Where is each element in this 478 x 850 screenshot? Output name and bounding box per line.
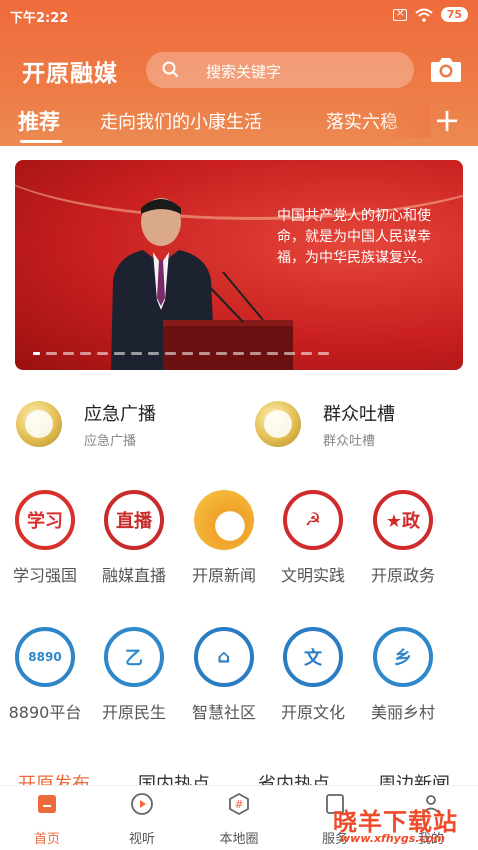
quick-link-title: 应急广播 (84, 403, 156, 425)
banner-dot[interactable] (33, 352, 40, 355)
banner-dot[interactable] (250, 352, 261, 355)
wifi-icon (415, 8, 433, 22)
banner-dot[interactable] (131, 352, 142, 355)
search-placeholder: 搜索关键字 (206, 63, 282, 81)
banner-dot[interactable] (80, 352, 91, 355)
service-label: 智慧社区 (191, 703, 256, 722)
search-input[interactable]: 搜索关键字 (146, 52, 414, 88)
quick-link-complaints[interactable]: 群众吐槽 群众吐槽 (255, 397, 395, 451)
add-channel-icon[interactable]: + (432, 104, 462, 138)
status-time: 下午2:22 (10, 11, 69, 26)
service-label: 开原新闻 (191, 566, 256, 585)
banner-dot[interactable] (267, 352, 278, 355)
service-label: 开原民生 (101, 703, 166, 722)
nav-label: 视听 (128, 832, 155, 847)
service-label: 开原政务 (370, 566, 435, 585)
search-icon (162, 61, 179, 78)
service-item[interactable]: 直播 融媒直播 (89, 490, 179, 586)
service-label: 8890平台 (8, 703, 82, 722)
banner-carousel[interactable]: 中国共产党人的初心和使命，就是为中国人民谋幸福，为中华民族谋复兴。 (15, 160, 463, 370)
tab-recommend[interactable]: 推荐 (18, 106, 60, 136)
tabs-fade (380, 104, 430, 138)
hashtag-icon: # (229, 792, 249, 816)
banner-dot[interactable] (114, 352, 125, 355)
service-item[interactable]: ☭ 文明实践 (268, 490, 358, 586)
banner-dot[interactable] (216, 352, 227, 355)
nav-home[interactable]: 首页 (12, 792, 82, 847)
banner-dot[interactable] (46, 352, 57, 355)
service-item[interactable]: ★政开原政务 (358, 490, 448, 586)
watermark-url: www.xfhygs.com (340, 832, 445, 845)
battery-indicator: 75 (440, 7, 468, 22)
star-gov-icon: ★政 (373, 490, 433, 550)
banner-photo (111, 198, 293, 370)
nav-media[interactable]: 视听 (107, 792, 177, 847)
minsheng-icon: 乙 (104, 627, 164, 687)
hotline-8890-icon: 8890 (15, 627, 75, 687)
nav-label: 首页 (33, 832, 60, 847)
service-item[interactable]: 8890 8890平台 (0, 627, 90, 723)
nav-local[interactable]: # 本地圈 (204, 792, 274, 847)
banner-dot[interactable] (233, 352, 244, 355)
service-item[interactable]: 乙开原民生 (89, 627, 179, 723)
home-icon (38, 795, 56, 813)
quick-link-subtitle: 应急广播 (84, 433, 137, 449)
banner-dot[interactable] (182, 352, 193, 355)
service-item[interactable]: ⌂ 智慧社区 (179, 627, 269, 723)
xuexi-icon: 学习 (15, 490, 75, 550)
service-label: 文明实践 (280, 566, 345, 585)
complaints-icon (255, 401, 301, 447)
quick-link-subtitle: 群众吐槽 (323, 433, 376, 449)
banner-dot[interactable] (148, 352, 159, 355)
service-item[interactable]: 乡美丽乡村 (358, 627, 448, 723)
quick-link-title: 群众吐槽 (323, 403, 395, 425)
civic-emblem-icon: ☭ (283, 490, 343, 550)
banner-dot[interactable] (199, 352, 210, 355)
village-icon: 乡 (373, 627, 433, 687)
banner-dot[interactable] (165, 352, 176, 355)
banner-dot[interactable] (318, 352, 329, 355)
active-tab-indicator (20, 140, 62, 143)
service-label: 美丽乡村 (370, 703, 435, 722)
service-label: 学习强国 (12, 566, 77, 585)
culture-icon: 文 (283, 627, 343, 687)
banner-dot[interactable] (97, 352, 108, 355)
nav-label: 本地圈 (219, 832, 259, 847)
status-icons: 75 (392, 6, 468, 22)
svg-text:#: # (234, 798, 243, 811)
banner-caption: 中国共产党人的初心和使命，就是为中国人民谋幸福，为中华民族谋复兴。 (277, 208, 431, 266)
camera-icon[interactable] (430, 56, 462, 83)
service-label: 开原文化 (280, 703, 345, 722)
service-item[interactable]: 学习 学习强国 (0, 490, 90, 586)
play-icon (131, 793, 153, 815)
banner-dot[interactable] (284, 352, 295, 355)
no-sim-icon (392, 6, 407, 21)
service-item[interactable]: 文开原文化 (268, 627, 358, 723)
banner-pagination (33, 352, 329, 355)
news-swirl-icon (194, 490, 254, 550)
app-header: 下午2:22 75 开原融媒 搜索关键字 推荐 走向我们的小康生活 落实六稳 + (0, 0, 478, 146)
quick-link-emergency[interactable]: 应急广播 应急广播 (16, 397, 156, 451)
banner-dot[interactable] (301, 352, 312, 355)
live-camera-icon: 直播 (104, 490, 164, 550)
emergency-broadcast-icon (16, 401, 62, 447)
service-item[interactable]: 开原新闻 (179, 490, 269, 586)
tab-xiaokang[interactable]: 走向我们的小康生活 (100, 108, 262, 134)
house-icon: ⌂ (194, 627, 254, 687)
banner-dot[interactable] (63, 352, 74, 355)
app-logo: 开原融媒 (22, 61, 118, 87)
service-label: 融媒直播 (101, 566, 166, 585)
status-bar: 下午2:22 75 (0, 0, 478, 30)
